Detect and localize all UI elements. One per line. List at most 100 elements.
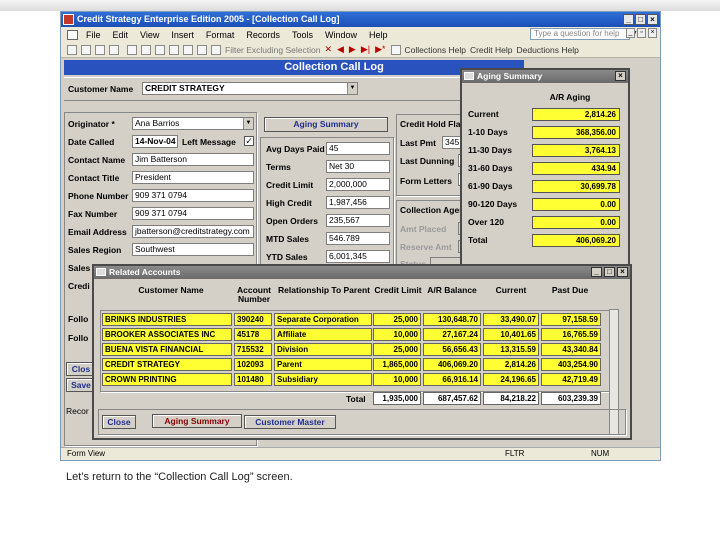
form-menu-icon[interactable] xyxy=(67,29,78,40)
filter-excluding-label[interactable]: Filter Excluding Selection xyxy=(225,45,320,55)
past-due-cell[interactable]: 43,340.84 xyxy=(541,343,601,356)
mtd-sales-field[interactable]: 546.789 xyxy=(326,232,390,245)
menu-file[interactable]: File xyxy=(86,30,101,40)
past-due-cell[interactable]: 403,254.90 xyxy=(541,358,601,371)
first-record-icon[interactable]: ◀ xyxy=(337,44,344,55)
current-cell[interactable]: 33,490.07 xyxy=(483,313,539,326)
menu-help[interactable]: Help xyxy=(369,30,388,40)
credit-limit-cell[interactable]: 1,865,000 xyxy=(373,358,421,371)
filter-icon[interactable] xyxy=(211,44,221,55)
credit-limit-cell[interactable]: 25,000 xyxy=(373,313,421,326)
credit-help-button[interactable]: Credit Help xyxy=(470,45,513,55)
menu-records[interactable]: Records xyxy=(246,30,280,40)
open-orders-field[interactable]: 235,567 xyxy=(326,214,390,227)
ar-balance-cell[interactable]: 27,167.24 xyxy=(423,328,481,341)
menu-window[interactable]: Window xyxy=(325,30,357,40)
account-number-cell[interactable]: 390240 xyxy=(234,313,272,326)
menu-insert[interactable]: Insert xyxy=(171,30,194,40)
customer-name-cell[interactable]: BROOKER ASSOCIATES INC xyxy=(102,328,232,341)
deductions-help-button[interactable]: Deductions Help xyxy=(516,45,578,55)
paste-icon[interactable] xyxy=(155,44,165,55)
view-icon[interactable] xyxy=(67,44,77,55)
chevron-down-icon[interactable]: ▼ xyxy=(347,83,357,94)
ar-balance-cell[interactable]: 406,069.20 xyxy=(423,358,481,371)
doc-minimize-button[interactable]: _ xyxy=(626,28,635,38)
doc-restore-button[interactable]: ▫ xyxy=(637,28,646,38)
next-record-icon[interactable]: ▶ xyxy=(349,44,356,55)
customer-name-cell[interactable]: CROWN PRINTING xyxy=(102,373,232,386)
print-icon[interactable] xyxy=(95,44,105,55)
contact-name-field[interactable]: Jim Batterson xyxy=(132,153,254,166)
avg-days-field[interactable]: 45 xyxy=(326,142,390,155)
menu-view[interactable]: View xyxy=(140,30,159,40)
credit-limit-cell[interactable]: 10,000 xyxy=(373,373,421,386)
current-cell[interactable]: 13,315.59 xyxy=(483,343,539,356)
customer-master-button[interactable]: Customer Master xyxy=(244,415,336,429)
account-number-cell[interactable]: 715532 xyxy=(234,343,272,356)
sort-desc-icon[interactable] xyxy=(197,44,207,55)
close-icon[interactable]: × xyxy=(615,71,626,81)
contact-title-field[interactable]: President xyxy=(132,171,254,184)
chevron-down-icon[interactable]: ▼ xyxy=(243,118,253,129)
sales-region-field[interactable]: Southwest xyxy=(132,243,254,256)
close-window-button[interactable]: × xyxy=(647,14,658,25)
collections-help-button[interactable]: Collections Help xyxy=(405,45,466,55)
phone-field[interactable]: 909 371 0794 xyxy=(132,189,254,202)
remove-filter-icon[interactable]: ✕ xyxy=(324,44,332,55)
account-number-cell[interactable]: 102093 xyxy=(234,358,272,371)
restore-icon[interactable]: □ xyxy=(604,267,615,277)
email-field[interactable]: jbatterson@creditstrategy.com xyxy=(132,225,254,238)
past-due-cell[interactable]: 97,158.59 xyxy=(541,313,601,326)
current-cell[interactable]: 24,196.65 xyxy=(483,373,539,386)
ar-balance-cell[interactable]: 66,916.14 xyxy=(423,373,481,386)
aging-summary-button[interactable]: Aging Summary xyxy=(152,414,242,428)
originator-combo[interactable]: Ana Barrios ▼ xyxy=(132,117,254,130)
menu-format[interactable]: Format xyxy=(206,30,235,40)
customer-name-cell[interactable]: CREDIT STRATEGY xyxy=(102,358,232,371)
minimize-button[interactable]: _ xyxy=(623,14,634,25)
undo-icon[interactable] xyxy=(169,44,179,55)
past-due-cell[interactable]: 42,719.49 xyxy=(541,373,601,386)
close-icon[interactable]: × xyxy=(617,267,628,277)
relationship-cell[interactable]: Division xyxy=(274,343,372,356)
ytd-sales-field[interactable]: 6,001,345 xyxy=(326,250,390,263)
fax-field[interactable]: 909 371 0794 xyxy=(132,207,254,220)
last-record-icon[interactable]: ▶| xyxy=(361,44,370,55)
help-search-input[interactable]: Type a question for help xyxy=(530,28,630,40)
customer-name-cell[interactable]: BRINKS INDUSTRIES xyxy=(102,313,232,326)
maximize-button[interactable]: □ xyxy=(635,14,646,25)
doc-close-button[interactable]: × xyxy=(648,28,657,38)
relationship-cell[interactable]: Separate Corporation xyxy=(274,313,372,326)
relationship-cell[interactable]: Subsidiary xyxy=(274,373,372,386)
save-icon[interactable] xyxy=(81,44,91,55)
minimize-icon[interactable]: _ xyxy=(591,267,602,277)
ar-balance-cell[interactable]: 130,648.70 xyxy=(423,313,481,326)
aging-summary-button[interactable]: Aging Summary xyxy=(264,117,388,132)
close-button[interactable]: Close xyxy=(102,415,136,429)
menu-tools[interactable]: Tools xyxy=(292,30,313,40)
relationship-cell[interactable]: Parent xyxy=(274,358,372,371)
sort-asc-icon[interactable] xyxy=(183,44,193,55)
current-cell[interactable]: 10,401.65 xyxy=(483,328,539,341)
relationship-cell[interactable]: Affiliate xyxy=(274,328,372,341)
date-called-field[interactable]: 14-Nov-04 xyxy=(132,135,178,148)
credit-limit-cell[interactable]: 25,000 xyxy=(373,343,421,356)
current-cell[interactable]: 2,814.26 xyxy=(483,358,539,371)
cut-icon[interactable] xyxy=(127,44,137,55)
new-record-icon[interactable]: ▶* xyxy=(375,44,385,55)
customer-name-combo[interactable]: CREDIT STRATEGY ▼ xyxy=(142,82,358,95)
credit-limit-cell[interactable]: 10,000 xyxy=(373,328,421,341)
left-message-checkbox[interactable]: ✓ xyxy=(244,136,254,146)
account-number-cell[interactable]: 101480 xyxy=(234,373,272,386)
collections-icon[interactable] xyxy=(390,44,401,55)
account-number-cell[interactable]: 45178 xyxy=(234,328,272,341)
menu-edit[interactable]: Edit xyxy=(113,30,129,40)
past-due-cell[interactable]: 16,765.59 xyxy=(541,328,601,341)
high-credit-field[interactable]: 1,987,456 xyxy=(326,196,390,209)
preview-icon[interactable] xyxy=(109,44,119,55)
ar-balance-cell[interactable]: 56,656.43 xyxy=(423,343,481,356)
terms-field[interactable]: Net 30 xyxy=(326,160,390,173)
credit-limit-field[interactable]: 2,000,000 xyxy=(326,178,390,191)
customer-name-cell[interactable]: BUENA VISTA FINANCIAL xyxy=(102,343,232,356)
copy-icon[interactable] xyxy=(141,44,151,55)
